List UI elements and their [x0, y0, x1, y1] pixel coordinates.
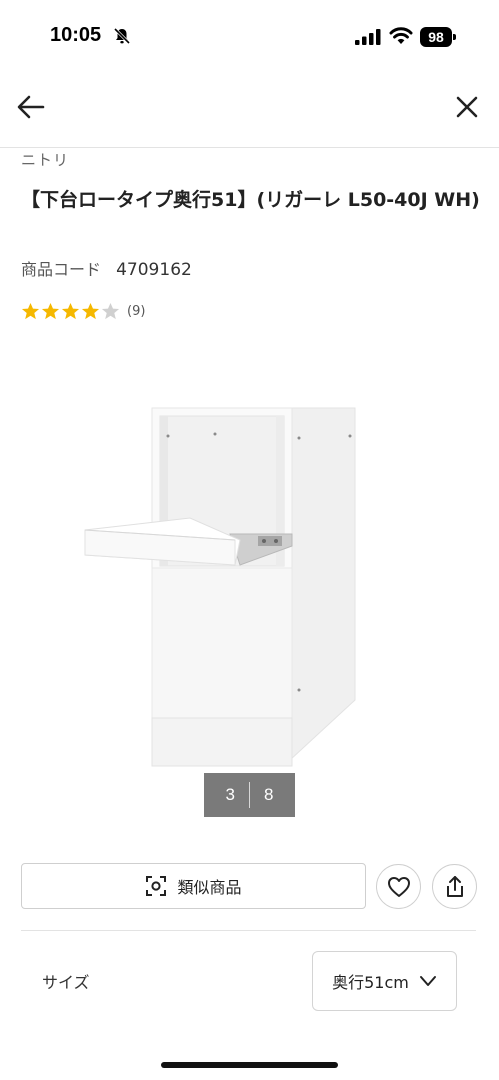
image-counter-separator	[249, 782, 250, 808]
product-image[interactable]	[80, 400, 380, 775]
product-title: 【下台ロータイプ奥行51】(リガーレ L50-40J WH)	[21, 189, 480, 211]
share-button[interactable]	[432, 864, 477, 909]
star-filled-icon	[81, 302, 100, 319]
battery-icon: 98	[420, 27, 456, 47]
share-icon	[446, 875, 463, 897]
brand-name[interactable]: ニトリ	[21, 149, 69, 170]
star-filled-icon	[21, 302, 40, 319]
product-code-label: 商品コード	[21, 260, 102, 279]
nav-bar	[0, 76, 499, 148]
wifi-icon	[389, 27, 413, 44]
scan-icon	[146, 876, 167, 896]
chevron-down-icon	[419, 976, 436, 986]
battery-level: 98	[420, 27, 452, 47]
star-filled-icon	[41, 302, 60, 319]
product-code-row: 商品コード 4709162	[21, 256, 192, 280]
section-divider	[21, 930, 476, 931]
heart-icon	[387, 876, 410, 897]
size-select-value: 奥行51cm	[332, 973, 409, 992]
home-indicator[interactable]	[161, 1062, 338, 1068]
rating-row[interactable]: (9)	[21, 300, 145, 322]
close-icon[interactable]	[454, 94, 480, 120]
status-time: 10:05	[50, 24, 102, 46]
size-label: サイズ	[42, 973, 90, 992]
image-counter-total: 8	[264, 785, 274, 804]
bell-slash-icon	[113, 27, 131, 45]
similar-products-label: 類似商品	[177, 878, 242, 897]
similar-products-button[interactable]: 類似商品	[21, 863, 366, 909]
review-count: (9)	[127, 303, 146, 319]
star-filled-icon	[61, 302, 80, 319]
product-code-value: 4709162	[116, 260, 192, 280]
favorite-button[interactable]	[376, 864, 421, 909]
arrow-left-icon[interactable]	[16, 92, 46, 122]
star-empty-icon	[101, 302, 120, 319]
image-counter-current: 3	[225, 785, 235, 804]
status-bar: 10:05 98	[0, 0, 499, 76]
cellular-signal-icon	[355, 29, 381, 45]
size-select[interactable]: 奥行51cm	[312, 951, 457, 1011]
image-counter: 3 8	[204, 773, 295, 817]
